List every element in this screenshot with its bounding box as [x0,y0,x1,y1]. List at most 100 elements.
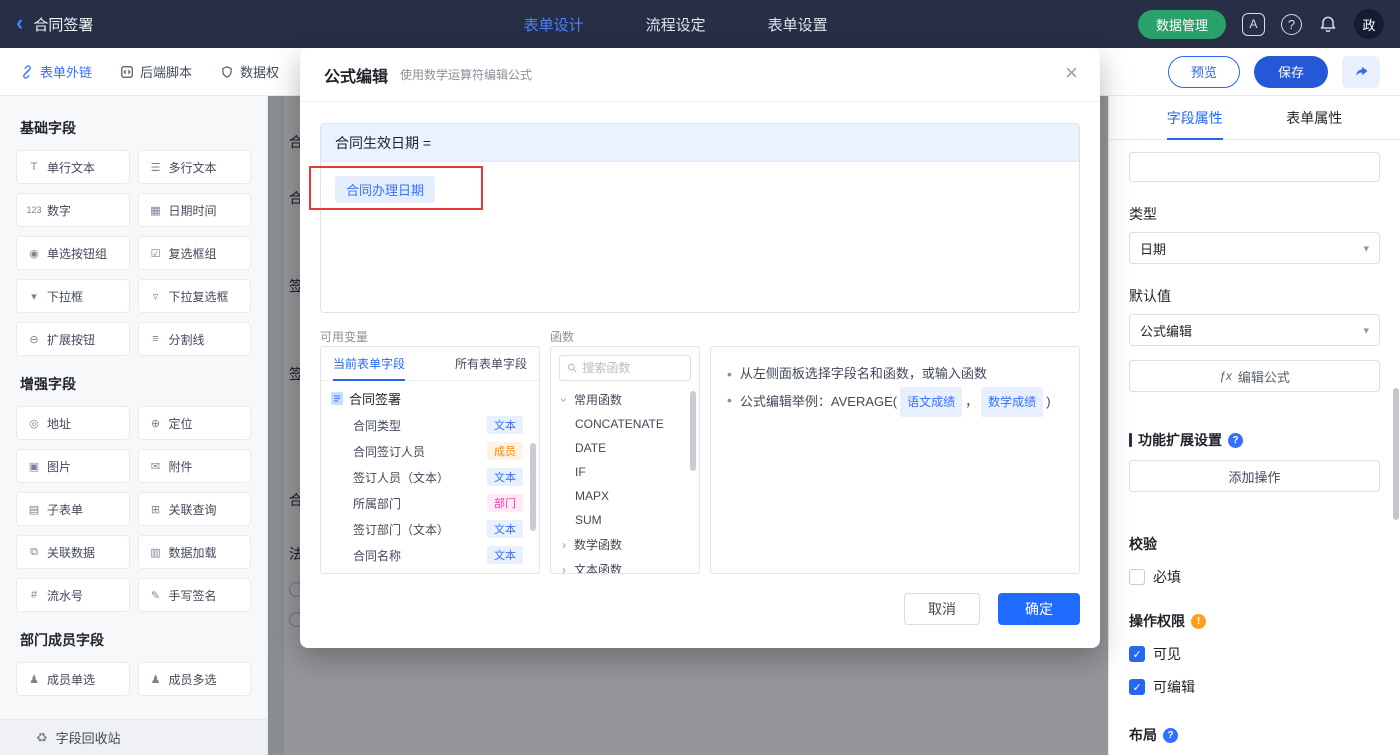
field-item-serial-number[interactable]: # 流水号 [16,578,130,612]
visible-checkbox[interactable] [1129,646,1145,662]
field-item-single-text[interactable]: T 单行文本 [16,150,130,184]
tab-all-form-fields[interactable]: 所有表单字段 [455,347,527,381]
tab-form-setting[interactable]: 表单设置 [768,14,828,35]
share-button[interactable] [1342,55,1380,88]
data-manage-button[interactable]: 数据管理 [1137,9,1226,39]
field-item-datetime[interactable]: ▦ 日期时间 [137,193,251,227]
notification-bell-icon[interactable] [1318,14,1338,34]
question-circle-icon[interactable]: ? [1163,727,1178,743]
variable-row[interactable]: 合同签订人员 成员 [321,438,539,464]
field-title-input-partial[interactable] [1129,152,1380,182]
field-item-member-multi[interactable]: ♟ 成员多选 [137,662,251,696]
formula-field-tag[interactable]: 合同办理日期 [335,176,436,203]
save-button[interactable]: 保存 [1253,55,1328,88]
field-item-subform[interactable]: ▤ 子表单 [16,492,130,526]
location-icon: ⊕ [150,417,161,430]
extend-button-icon: ⊖ [29,333,39,346]
help-line-2: 公式编辑举例：AVERAGE( 语文成绩 ， 数学成绩 ) [740,387,1051,417]
form-external-link[interactable]: 表单外链 [20,62,92,81]
edit-formula-button[interactable]: ƒx 编辑公式 [1129,360,1380,392]
help-icon[interactable]: ? [1281,13,1302,35]
default-value-select[interactable]: 公式编辑 ▾ [1129,314,1380,346]
add-action-button[interactable]: 添加操作 [1129,460,1380,492]
field-item-checkbox-group[interactable]: ☑ 复选框组 [137,236,251,270]
tab-field-properties[interactable]: 字段属性 [1166,96,1223,140]
editable-checkbox[interactable] [1129,679,1145,695]
variable-row[interactable]: 合同名称 文本 [321,542,539,568]
back-icon[interactable]: ‹ [16,11,23,34]
data-permission-link[interactable]: 数据权 [220,62,279,81]
field-item-select[interactable]: ▾ 下拉框 [16,279,130,313]
required-checkbox[interactable] [1129,569,1145,585]
tab-form-design[interactable]: 表单设计 [524,14,584,35]
function-search-box[interactable] [559,355,691,381]
preview-button[interactable]: 预览 [1167,55,1240,88]
field-item-multi-select[interactable]: ▿ 下拉复选框 [137,279,251,313]
variable-row[interactable]: 签订人员（文本） 文本 [321,464,539,490]
subform-icon: ▤ [28,503,40,516]
help-line-1: 从左侧面板选择字段名和函数，或输入函数 [739,366,987,381]
chevron-collapsed-icon: › [562,537,566,552]
warning-circle-icon: ! [1191,613,1206,629]
field-item-related-data[interactable]: ⧉ 关联数据 [16,535,130,569]
field-item-attachment[interactable]: ✉ 附件 [137,449,251,483]
confirm-button[interactable]: 确定 [998,593,1080,625]
formula-help-panel: • 从左侧面板选择字段名和函数，或输入函数 • 公式编辑举例：AVERAGE( … [710,346,1080,574]
type-tag: 文本 [487,468,523,486]
share-arrow-icon [1355,66,1367,76]
fx-icon: ƒx [1219,369,1232,383]
question-circle-icon[interactable]: ? [1228,432,1243,448]
search-icon [567,363,577,373]
permission-header: 操作权限 ! [1129,611,1380,631]
example-field-tag: 语文成绩 [900,387,963,417]
function-search-input[interactable] [582,361,683,375]
tab-form-properties[interactable]: 表单属性 [1286,96,1342,140]
function-group-common[interactable]: › 常用函数 [551,387,699,412]
close-icon[interactable]: × [1065,62,1078,84]
field-item-data-load[interactable]: ▥ 数据加载 [137,535,251,569]
type-label: 类型 [1129,206,1157,222]
type-tag: 文本 [487,546,523,564]
function-item[interactable]: SUM [551,508,699,532]
tab-current-form-fields[interactable]: 当前表单字段 [333,347,406,381]
function-item[interactable]: DATE [551,436,699,460]
function-group-math[interactable]: › 数学函数 [551,532,699,557]
required-checkbox-row[interactable]: 必填 [1129,567,1380,587]
field-item-location[interactable]: ⊕ 定位 [137,406,251,440]
field-item-multi-text[interactable]: ☰ 多行文本 [137,150,251,184]
functions-scrollbar-thumb[interactable] [690,391,696,471]
variables-scrollbar-thumb[interactable] [530,443,536,531]
type-tag: 文本 [487,520,523,538]
field-item-address[interactable]: ◎ 地址 [16,406,130,440]
field-item-extend-button[interactable]: ⊖ 扩展按钮 [16,322,130,356]
field-item-image[interactable]: ▣ 图片 [16,449,130,483]
functions-panel: › 常用函数 CONCATENATE DATE IF MAPX SUM › 数学… [550,346,700,574]
window-scrollbar-thumb[interactable] [1393,388,1399,520]
visible-checkbox-row[interactable]: 可见 [1129,644,1380,664]
function-group-text[interactable]: › 文本函数 [551,557,699,574]
function-item[interactable]: MAPX [551,484,699,508]
editable-checkbox-row[interactable]: 可编辑 [1129,677,1380,697]
field-item-related-query[interactable]: ⊞ 关联查询 [137,492,251,526]
avatar[interactable]: 政 [1354,9,1384,39]
variable-row[interactable]: 签订部门（文本） 文本 [321,516,539,542]
field-item-number[interactable]: 123 数字 [16,193,130,227]
variable-row[interactable]: 所属部门 部门 [321,490,539,516]
field-item-divider[interactable]: ≡ 分割线 [137,322,251,356]
variables-root-node[interactable]: 合同签署 [321,381,539,412]
type-select[interactable]: 日期 ▾ [1129,232,1380,264]
field-item-radio-group[interactable]: ◉ 单选按钮组 [16,236,130,270]
variable-row[interactable]: 合同类型 文本 [321,412,539,438]
language-icon[interactable]: A [1242,12,1265,36]
field-item-member-single[interactable]: ♟ 成员单选 [16,662,130,696]
chevron-down-icon: ▾ [1363,242,1369,255]
formula-editor[interactable]: 合同生效日期 = 合同办理日期 [320,123,1080,313]
field-item-signature[interactable]: ✎ 手写签名 [137,578,251,612]
function-item[interactable]: IF [551,460,699,484]
cancel-button[interactable]: 取消 [904,593,980,625]
tab-flow-setting[interactable]: 流程设定 [646,14,706,35]
function-item[interactable]: CONCATENATE [551,412,699,436]
field-recycle-bin[interactable]: ♻ 字段回收站 [0,719,267,755]
divider-icon: ≡ [152,333,159,345]
backend-script-link[interactable]: 后端脚本 [120,62,192,81]
